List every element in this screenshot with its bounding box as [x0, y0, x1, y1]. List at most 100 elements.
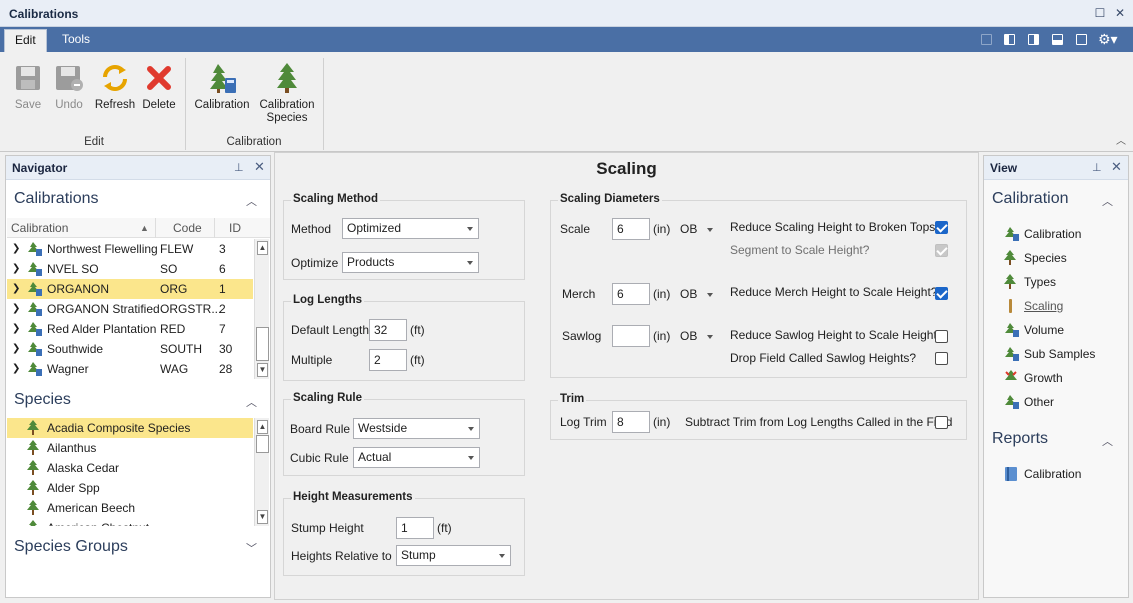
list-item-selected[interactable]: Acadia Composite Species [7, 418, 253, 438]
view-item-calibration[interactable]: Calibration [1004, 225, 1124, 243]
view-item-types[interactable]: Types [1004, 273, 1124, 291]
board-rule-select[interactable]: Westside [353, 418, 480, 439]
tab-edit[interactable]: Edit [4, 29, 47, 52]
multiple-label: Multiple [291, 353, 333, 367]
view-item-growth[interactable]: Growth [1004, 369, 1124, 387]
scrollbar-thumb[interactable] [256, 327, 269, 361]
scroll-down-icon[interactable]: ▼ [257, 510, 268, 524]
undo-button[interactable]: Undo [52, 62, 86, 112]
save-button[interactable]: Save [12, 62, 44, 112]
tab-tools[interactable]: Tools [52, 27, 100, 52]
close-icon[interactable]: ✕ [1113, 6, 1127, 20]
log-trim-input[interactable]: 8 [612, 411, 650, 433]
reduce-broken-tops-label: Reduce Scaling Height to Broken Tops? [730, 220, 942, 234]
table-row[interactable]: ❯ NVEL SO SO 6 [7, 259, 253, 279]
cubic-rule-label: Cubic Rule [290, 451, 349, 465]
expand-chevron-icon[interactable]: ❯ [12, 239, 20, 259]
column-header-code[interactable]: Code [173, 218, 202, 238]
collapse-ribbon-icon[interactable]: ︿ [1116, 132, 1126, 147]
species-list-scrollbar[interactable]: ▲ ▼ [254, 418, 269, 526]
view-item-volume[interactable]: Volume [1004, 321, 1124, 339]
collapse-chevron-icon[interactable]: ︿ [1102, 193, 1113, 209]
default-length-input[interactable]: 32 [369, 319, 407, 341]
view-item-scaling[interactable]: Scaling [1004, 297, 1124, 315]
close-icon[interactable]: ✕ [254, 159, 265, 175]
scrollbar-thumb[interactable] [256, 435, 269, 453]
scroll-up-icon[interactable]: ▲ [257, 420, 268, 434]
unit-label: (ft) [410, 323, 425, 337]
method-select[interactable]: Optimized [342, 218, 479, 239]
collapse-chevron-icon[interactable]: ︿ [246, 394, 257, 410]
calibration-list-scrollbar[interactable]: ▲ ▼ [254, 239, 269, 379]
popout-icon[interactable] [1076, 34, 1087, 45]
list-item[interactable]: Alaska Cedar [7, 458, 253, 478]
pin-icon[interactable]: ⊥ [1092, 161, 1102, 174]
calibrations-section-title: Calibrations [14, 190, 99, 207]
layout-bottom-icon[interactable] [1052, 34, 1063, 45]
list-item[interactable]: Alder Spp [7, 478, 253, 498]
table-row[interactable]: ❯ Red Alder Plantation RED 7 [7, 319, 253, 339]
heights-relative-select[interactable]: Stump [396, 545, 511, 566]
list-item[interactable]: Ailanthus [7, 438, 253, 458]
expand-chevron-icon[interactable]: ❯ [12, 339, 20, 359]
segment-scale-height-checkbox[interactable] [935, 244, 948, 257]
expand-chevron-icon[interactable]: ❯ [12, 319, 20, 339]
sawlog-ob-dropdown[interactable]: OB [680, 329, 697, 343]
optimize-select[interactable]: Products [342, 252, 479, 273]
table-row[interactable]: ❯ ORGANON Stratified ORGSTR... 2 [7, 299, 253, 319]
height-measurements-group: Height Measurements Stump Height 1 (ft) … [283, 491, 525, 576]
restore-icon[interactable]: ☐ [1093, 6, 1107, 20]
close-icon[interactable]: ✕ [1111, 159, 1122, 175]
table-row[interactable]: ❯ Wagner WAG 28 [7, 359, 253, 379]
scroll-up-icon[interactable]: ▲ [257, 241, 268, 255]
scroll-down-icon[interactable]: ▼ [257, 363, 268, 377]
expand-chevron-icon[interactable]: ❯ [12, 299, 20, 319]
pin-icon[interactable]: ⊥ [234, 161, 244, 174]
default-length-label: Default Length [291, 323, 370, 337]
expand-chevron-icon[interactable]: ❯ [12, 259, 20, 279]
layout-right-icon[interactable] [1028, 34, 1039, 45]
species-section-title: Species [14, 391, 71, 408]
list-item[interactable]: American Chestnut [7, 518, 253, 526]
column-header-id[interactable]: ID [229, 218, 241, 238]
expand-chevron-icon[interactable]: ❯ [12, 359, 20, 379]
merch-diameter-input[interactable]: 6 [612, 283, 650, 305]
layout-icon-1[interactable] [981, 34, 992, 45]
reduce-sawlog-checkbox[interactable] [935, 330, 948, 343]
view-item-species[interactable]: Species [1004, 249, 1124, 267]
expand-chevron-icon[interactable]: ❯ [12, 279, 20, 299]
calibration-species-button[interactable]: Calibration Species [256, 62, 318, 125]
table-row-selected[interactable]: ❯ ORGANON ORG 1 [7, 279, 253, 299]
sawlog-diameter-input[interactable] [612, 325, 650, 347]
stump-height-input[interactable]: 1 [396, 517, 434, 539]
reduce-broken-tops-checkbox[interactable] [935, 221, 948, 234]
collapse-chevron-icon[interactable]: ︿ [246, 193, 257, 209]
merch-ob-dropdown[interactable]: OB [680, 287, 697, 301]
subtract-trim-checkbox[interactable] [935, 416, 948, 429]
drop-sawlog-heights-checkbox[interactable] [935, 352, 948, 365]
table-row[interactable]: ❯ Southwide SOUTH 30 [7, 339, 253, 359]
view-item-sub-samples[interactable]: Sub Samples [1004, 345, 1124, 363]
collapse-chevron-icon[interactable]: ︿ [1102, 433, 1113, 449]
expand-chevron-icon[interactable]: ﹀ [246, 540, 257, 556]
table-row[interactable]: ❯ Northwest Flewelling FLEW 3 [7, 239, 253, 259]
delete-button[interactable]: Delete [140, 62, 178, 112]
species-list: Acadia Composite Species Ailanthus Alask… [7, 418, 255, 526]
scaling-rule-group: Scaling Rule Board Rule Westside Cubic R… [283, 392, 525, 476]
layout-left-icon[interactable] [1004, 34, 1015, 45]
scale-ob-dropdown[interactable]: OB [680, 222, 697, 236]
tree-calculator-icon [1004, 322, 1019, 338]
calibration-button[interactable]: Calibration [192, 62, 252, 112]
settings-gear-icon[interactable]: ⚙▾ [1098, 31, 1118, 48]
report-item-calibration[interactable]: Calibration [1004, 465, 1124, 483]
view-item-other[interactable]: Other [1004, 393, 1124, 411]
optimize-label: Optimize [291, 256, 339, 270]
refresh-button[interactable]: Refresh [94, 62, 136, 112]
column-header-calibration[interactable]: Calibration [11, 218, 68, 238]
species-groups-section-title: Species Groups [14, 538, 128, 555]
scale-diameter-input[interactable]: 6 [612, 218, 650, 240]
cubic-rule-select[interactable]: Actual [353, 447, 480, 468]
list-item[interactable]: American Beech [7, 498, 253, 518]
multiple-input[interactable]: 2 [369, 349, 407, 371]
reduce-merch-checkbox[interactable] [935, 287, 948, 300]
